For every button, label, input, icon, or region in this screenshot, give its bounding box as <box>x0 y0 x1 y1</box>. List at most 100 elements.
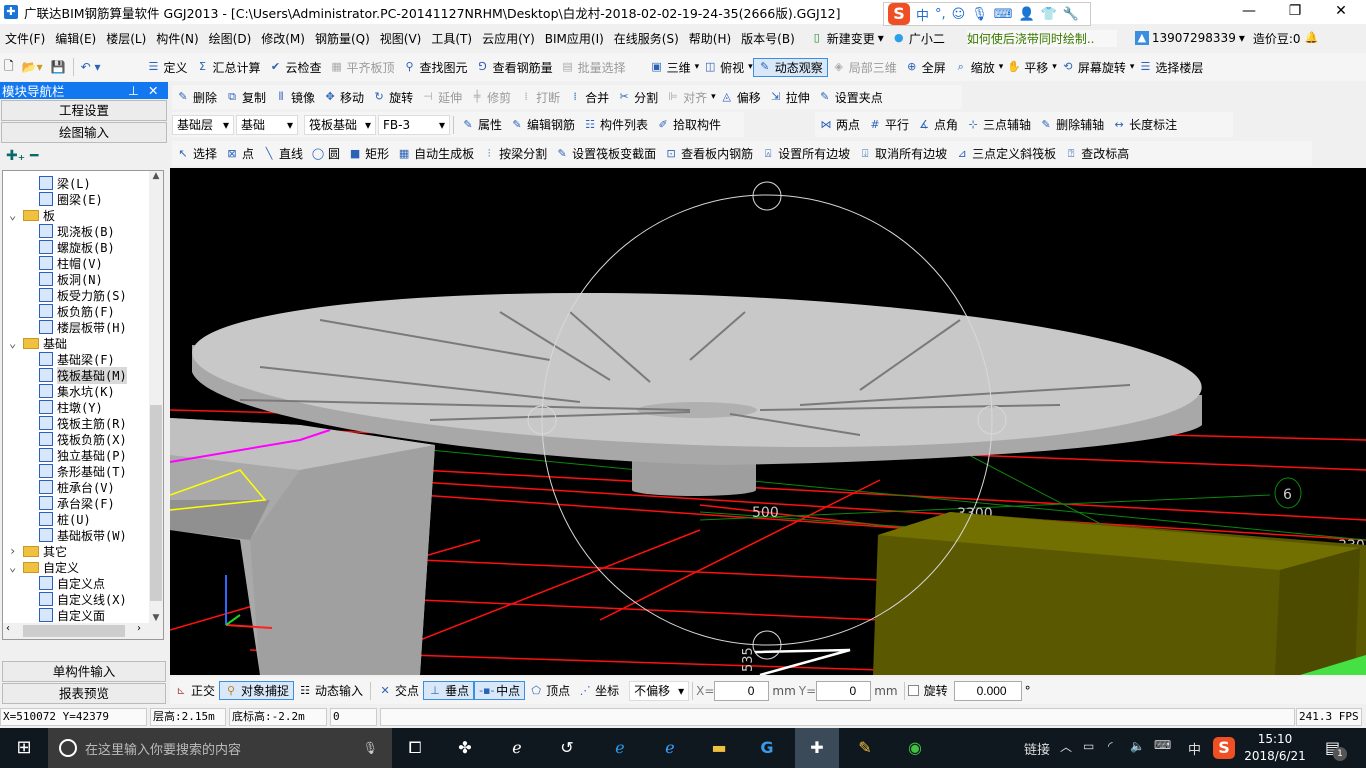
ime-lang[interactable]: 中 <box>916 5 929 24</box>
vertex-snap[interactable]: ⬠ 顶点 <box>525 682 574 699</box>
link-label[interactable]: 链接 <box>1024 739 1050 758</box>
browser-e-icon[interactable]: ℯ <box>505 736 529 760</box>
menu-item[interactable]: 文件(F) <box>0 30 50 47</box>
category-select[interactable]: 基础 ▾ <box>236 114 298 135</box>
edit-button[interactable]: ⧉ 复制 <box>221 89 270 106</box>
component-button[interactable]: ✎ 属性 <box>457 116 506 133</box>
draw-button[interactable]: ▦ 自动生成板 <box>393 145 478 162</box>
sogou-icon[interactable]: S <box>888 3 910 25</box>
scroll-thumb[interactable] <box>150 405 162 601</box>
chevron-down-icon[interactable]: ⌄ <box>9 208 23 222</box>
x-offset-input[interactable] <box>714 680 770 701</box>
view-button[interactable]: ◫ 俯视 <box>699 59 748 76</box>
draw-button[interactable]: ↖ 选择 <box>172 145 221 162</box>
battery-icon[interactable]: ▭ <box>1083 739 1094 753</box>
chevron-down-icon[interactable]: ⌄ <box>9 560 23 574</box>
draw-button[interactable]: ⍗ 取消所有边坡 <box>854 145 951 162</box>
drawing-input-button[interactable]: 绘图输入 <box>1 122 167 143</box>
menu-item[interactable]: 视图(V) <box>375 30 427 47</box>
new-file-icon[interactable]: 🗋 <box>0 57 18 78</box>
tree-item[interactable]: 圈梁(E) <box>3 191 149 207</box>
draw-button[interactable]: ⊠ 点 <box>221 145 258 162</box>
chevron-up-icon[interactable]: ︿ <box>1060 738 1072 755</box>
tree-folder[interactable]: ⌄ 板 <box>3 207 149 223</box>
floor-select[interactable]: 基础层 ▾ <box>172 114 234 135</box>
tree-item[interactable]: 筏板基础(M) <box>3 366 149 384</box>
edit-button[interactable]: ↻ 旋转 <box>368 89 417 106</box>
axis-button[interactable]: # 平行 <box>864 116 913 133</box>
menu-item[interactable]: 帮助(H) <box>684 30 736 47</box>
edit-button[interactable]: ⁞ 合并 <box>564 89 613 106</box>
pin-icon[interactable]: ⊥ <box>128 83 148 98</box>
file-explorer-icon[interactable]: ▬ <box>707 736 731 760</box>
menu-item[interactable]: 版本号(B) <box>736 30 800 47</box>
tree-item[interactable]: 条形基础(T) <box>3 463 149 479</box>
save-icon[interactable]: 💾 <box>47 60 70 74</box>
wifi-icon[interactable]: ◜ <box>1108 739 1113 753</box>
ggj-app-icon[interactable]: ✚ <box>795 728 839 768</box>
component-button[interactable]: ✎ 编辑钢筋 <box>506 116 579 133</box>
account-button[interactable]: ▲ 13907298339 ▾ <box>1131 31 1249 45</box>
menu-item[interactable]: 钢筋量(Q) <box>310 30 375 47</box>
tree-item[interactable]: 基础板带(W) <box>3 527 149 543</box>
collapse-all-icon[interactable]: ━ <box>30 148 38 164</box>
draw-button[interactable]: ⍰ 查改标高 <box>1060 145 1133 162</box>
edit-button[interactable]: ✥ 移动 <box>319 89 368 106</box>
edit-button[interactable]: ⇲ 拉伸 <box>765 89 814 106</box>
toolbar1-button[interactable]: ☰ 定义 <box>142 59 191 76</box>
dynamic-input-toggle[interactable]: ☷ 动态输入 <box>294 682 367 699</box>
edit-button[interactable]: ✂ 分割 <box>613 89 662 106</box>
volume-icon[interactable]: 🔈 <box>1130 739 1145 753</box>
tree-item[interactable]: 螺旋板(B) <box>3 239 149 255</box>
coordinate-snap[interactable]: ⋰ 坐标 <box>574 682 623 699</box>
component-button[interactable]: ✐ 拾取构件 <box>652 116 725 133</box>
tree-folder[interactable]: ⌄ 自定义 <box>3 559 149 575</box>
view-button[interactable]: ▣ 三维 <box>646 59 695 76</box>
tree-item[interactable]: 板洞(N) <box>3 271 149 287</box>
open-file-icon[interactable]: 📂▾ <box>18 60 47 74</box>
task-view-icon[interactable]: ⧠ <box>403 736 427 760</box>
view-button[interactable]: ⊕ 全屏 <box>901 59 950 76</box>
tree-item[interactable]: 桩(U) <box>3 511 149 527</box>
green-app-icon[interactable]: ◉ <box>903 736 927 760</box>
tree-item[interactable]: 基础梁(F) <box>3 351 149 367</box>
menu-item[interactable]: BIM应用(I) <box>540 30 609 47</box>
axis-button[interactable]: ⊹ 三点辅轴 <box>962 116 1035 133</box>
skin-icon[interactable]: 👕 <box>1041 7 1057 22</box>
edit-button[interactable]: ◬ 偏移 <box>716 89 765 106</box>
tree-item[interactable]: 承台梁(F) <box>3 495 149 511</box>
draw-button[interactable]: ■ 矩形 <box>344 145 393 162</box>
edit-button[interactable]: ✎ 删除 <box>172 89 221 106</box>
axis-button[interactable]: ↔ 长度标注 <box>1108 116 1181 133</box>
menu-item[interactable]: 绘图(D) <box>204 30 257 47</box>
hscroll-thumb[interactable] <box>23 625 125 637</box>
ime-toolbar[interactable]: S 中 °, ☺ 🎙 ⌨ 👤 👕 🔧 <box>883 2 1091 26</box>
type-select[interactable]: 筏板基础 ▾ <box>304 114 376 135</box>
swirl-app-icon[interactable]: ↺ <box>555 736 579 760</box>
edit-button[interactable]: ╪ 修剪 <box>466 89 515 106</box>
search-box[interactable]: 在这里输入你要搜索的内容 🎙 <box>48 728 392 768</box>
offset-select[interactable]: 不偏移 ▾ <box>629 680 690 701</box>
draw-button[interactable]: ⍓ 设置所有边坡 <box>757 145 854 162</box>
toolbar1-button[interactable]: ⅁ 查看钢筋量 <box>472 59 557 76</box>
clock[interactable]: 15:10 2018/6/21 <box>1240 731 1310 765</box>
menu-item[interactable]: 编辑(E) <box>50 30 101 47</box>
tree-item[interactable]: 自定义点 <box>3 575 149 591</box>
sogou-icon[interactable]: S <box>1213 737 1235 759</box>
draw-button[interactable]: ⫶ 按梁分割 <box>478 145 551 162</box>
tree-hscrollbar[interactable]: ‹ › <box>3 623 163 639</box>
tree-item[interactable]: 梁(L) <box>3 175 149 191</box>
minimize-button[interactable]: — <box>1226 0 1272 24</box>
keyboard-icon[interactable]: ⌨ <box>994 7 1013 22</box>
view-button[interactable]: ☰ 选择楼层 <box>1134 59 1207 76</box>
tree-item[interactable]: 集水坑(K) <box>3 383 149 399</box>
edit-button[interactable]: ✎ 设置夹点 <box>814 89 887 106</box>
undo-icon[interactable]: ↶ ▾ <box>77 60 105 74</box>
tree-item[interactable]: 筏板负筋(X) <box>3 431 149 447</box>
draw-button[interactable]: ◯ 圆 <box>307 145 344 162</box>
edit-button[interactable]: ⁞ 打断 <box>515 89 564 106</box>
fan-app-icon[interactable]: ✤ <box>453 736 477 760</box>
view-button[interactable]: ✋ 平移 <box>1003 59 1052 76</box>
tree-item[interactable]: 独立基础(P) <box>3 447 149 463</box>
mic-icon[interactable]: 🎙 <box>363 741 378 755</box>
